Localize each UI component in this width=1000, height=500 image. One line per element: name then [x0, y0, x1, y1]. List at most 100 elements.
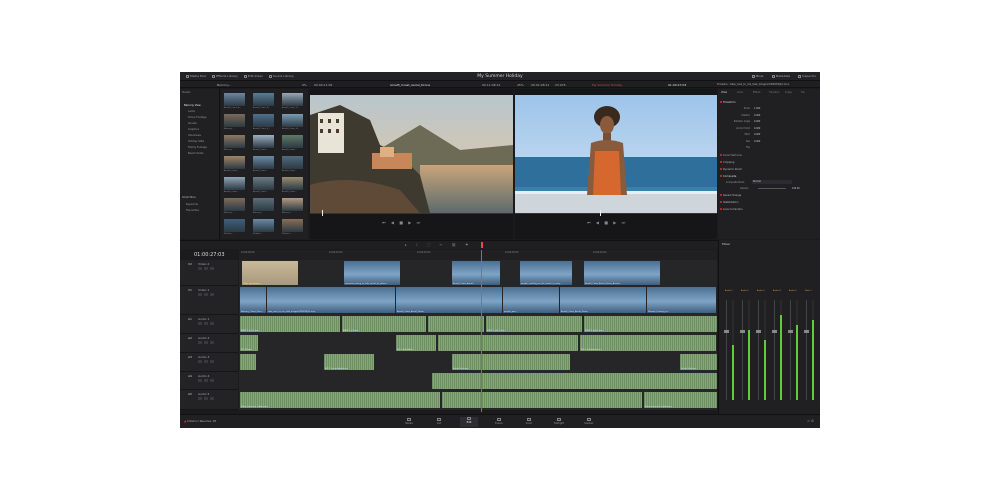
- video-clip[interactable]: Balcony_Coast_Scen...: [240, 287, 266, 313]
- mixer-fader-knob[interactable]: [740, 330, 745, 333]
- source-playhead[interactable]: [322, 210, 323, 216]
- bin-item[interactable]: Audio: [188, 110, 195, 113]
- page-tab-deliver[interactable]: Deliver: [580, 418, 598, 425]
- bin-item[interactable]: Balcony View: [184, 104, 201, 107]
- page-tab-fairlight[interactable]: Fairlight: [550, 418, 568, 425]
- audio-clip[interactable]: BMPCC_01.wav: [342, 316, 426, 332]
- track-header[interactable]: V1 Video 1: [180, 286, 238, 315]
- record-zoom[interactable]: 45%: [517, 83, 524, 87]
- transform-value[interactable]: 1.000: [754, 107, 760, 110]
- mixer-button[interactable]: Mixer: [751, 74, 764, 78]
- inspector-tab[interactable]: Audio: [737, 91, 743, 94]
- audio-clip[interactable]: [432, 373, 717, 389]
- media-thumbnail[interactable]: [253, 156, 274, 169]
- track-control-button[interactable]: [204, 360, 208, 363]
- inspector-tab[interactable]: File: [801, 91, 805, 94]
- track-control-button[interactable]: [210, 322, 214, 325]
- timeline-viewer-playhead[interactable]: [600, 210, 601, 216]
- mixer-fader-knob[interactable]: [724, 330, 729, 333]
- page-tab-cut[interactable]: Cut: [430, 418, 448, 425]
- opacity-slider[interactable]: [758, 188, 786, 189]
- composite-mode-select[interactable]: Normal: [752, 180, 792, 184]
- media-thumbnail[interactable]: [282, 93, 303, 106]
- media-thumbnail[interactable]: [253, 177, 274, 190]
- audio-clip[interactable]: SFX - Bird Ambience: [580, 335, 716, 351]
- media-thumbnail[interactable]: [282, 156, 303, 169]
- track-control-button[interactable]: [204, 397, 208, 400]
- bin-item[interactable]: Sunset: [188, 122, 197, 125]
- smart-bin-favourites[interactable]: Favourites: [186, 209, 199, 212]
- audio-clip[interactable]: [442, 392, 642, 408]
- mixer-fader[interactable]: [806, 300, 807, 400]
- source-scrubber[interactable]: [310, 213, 513, 214]
- media-thumbnail[interactable]: [282, 198, 303, 211]
- video-clip[interactable]: take_care_to_me_task_Integral PR2833J22.…: [267, 287, 395, 313]
- media-thumbnail[interactable]: [253, 114, 274, 127]
- section-speed-change[interactable]: Speed Change: [720, 194, 741, 197]
- audio-clip[interactable]: Beach Surf.wav: [680, 354, 717, 370]
- timeline-ruler[interactable]: 01:00:00:00 01:00:10:00 01:00:20:00 01:00:3…: [239, 250, 717, 260]
- section-dynamic-zoom[interactable]: Dynamic Zoom: [720, 168, 742, 171]
- track-control-button[interactable]: [204, 341, 208, 344]
- audio-clip[interactable]: Music Score for Trailer.wav: [240, 392, 440, 408]
- media-thumbnail[interactable]: [224, 198, 245, 211]
- track-control-button[interactable]: [198, 267, 202, 270]
- track-control-button[interactable]: [204, 267, 208, 270]
- transform-value[interactable]: 0.000: [754, 114, 760, 117]
- media-thumbnail[interactable]: [253, 93, 274, 106]
- inspector-tab[interactable]: Effects: [753, 91, 760, 94]
- track-control-button[interactable]: [204, 293, 208, 296]
- mixer-fader[interactable]: [758, 300, 759, 400]
- media-thumbnail[interactable]: [224, 177, 245, 190]
- bin-dropdown[interactable]: Balcony...: [217, 83, 231, 87]
- mixer-fader-knob[interactable]: [772, 330, 777, 333]
- source-clip-name[interactable]: Amalfi_Coast_Aerial_Drone: [390, 83, 430, 87]
- track-control-button[interactable]: [198, 379, 202, 382]
- inspector-tab[interactable]: Transition: [769, 91, 780, 94]
- media-thumbnail[interactable]: [224, 93, 245, 106]
- video-clip[interactable]: mountain_along_to_lake_aerial_by_drone..…: [344, 261, 400, 285]
- mixer-fader-knob[interactable]: [756, 330, 761, 333]
- media-thumbnail[interactable]: [282, 177, 303, 190]
- track-control-button[interactable]: [210, 397, 214, 400]
- mixer-fader[interactable]: [774, 300, 775, 400]
- inspector-button[interactable]: Inspector: [798, 74, 816, 78]
- track-header[interactable]: A3 Audio 3: [180, 353, 238, 372]
- section-composite[interactable]: Composite: [720, 175, 736, 178]
- mixer-fader-knob[interactable]: [804, 330, 809, 333]
- media-thumbnail[interactable]: [224, 156, 245, 169]
- section-cropping[interactable]: Cropping: [720, 161, 734, 164]
- timeline-playhead[interactable]: [481, 250, 482, 412]
- timeline-name[interactable]: My Summer Holiday: [592, 83, 622, 87]
- section-stabilization[interactable]: Stabilization: [720, 201, 738, 204]
- section-lens-correction[interactable]: Lens Correction: [720, 208, 743, 211]
- audio-clip[interactable]: SFX - Bird Wash...: [396, 335, 436, 351]
- track-control-button[interactable]: [210, 360, 214, 363]
- bin-item[interactable]: Family Footage: [188, 146, 207, 149]
- section-smart-reframe[interactable]: Smart Reframe: [720, 154, 742, 157]
- timeline-transport-controls[interactable]: ⏮ ◀ ■ ▶ ⏭: [587, 220, 627, 225]
- audio-clip[interactable]: Beach Surf.wav: [452, 354, 570, 370]
- audio-clip[interactable]: Music Score for Trailer.wav: [644, 392, 717, 408]
- media-thumbnail[interactable]: [224, 135, 245, 148]
- media-thumbnail[interactable]: [224, 219, 245, 232]
- video-clip[interactable]: Close up woman...: [242, 261, 298, 285]
- metadata-button[interactable]: Metadata: [771, 74, 790, 78]
- bin-item[interactable]: Beach Shots: [188, 152, 204, 155]
- track-header[interactable]: A1 Audio 1: [180, 315, 238, 334]
- audio-clip[interactable]: BMPCC_06_C.wav: [486, 316, 582, 332]
- home-settings-icons[interactable]: ⌂ ⚙: [808, 419, 814, 423]
- media-thumbnail[interactable]: [253, 219, 274, 232]
- track-control-button[interactable]: [198, 293, 202, 296]
- bin-item[interactable]: Graphics: [188, 128, 199, 131]
- opacity-value[interactable]: 100.00: [792, 187, 800, 190]
- track-control-button[interactable]: [210, 293, 214, 296]
- track-control-button[interactable]: [198, 397, 202, 400]
- mixer-fader-knob[interactable]: [788, 330, 793, 333]
- inspector-tab[interactable]: Image: [785, 91, 792, 94]
- source-transport-controls[interactable]: ⏮ ◀ ■ ▶ ⏭: [382, 220, 422, 225]
- mixer-fader[interactable]: [742, 300, 743, 400]
- page-tab-fusion[interactable]: Fusion: [490, 418, 508, 425]
- transform-value[interactable]: 0.000: [754, 120, 760, 123]
- bin-item[interactable]: Drone Footage: [188, 116, 206, 119]
